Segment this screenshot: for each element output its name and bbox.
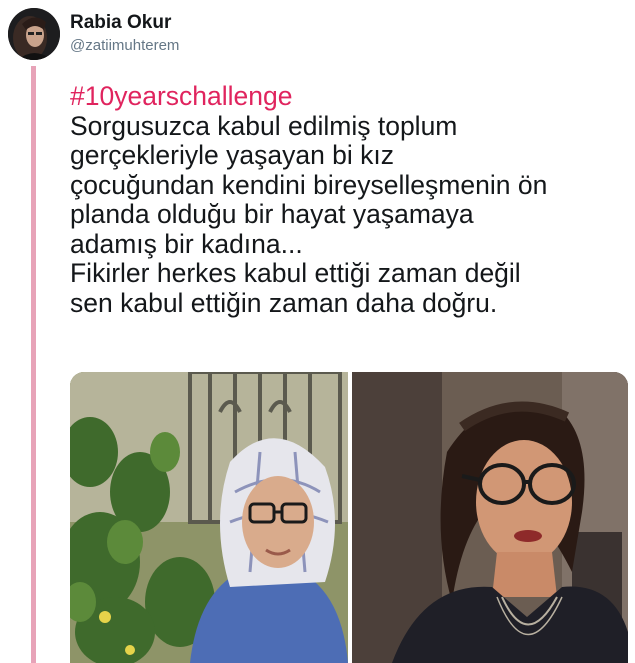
tweet-line: sen kabul ettiğin zaman daha doğru. — [70, 287, 498, 318]
avatar[interactable] — [8, 8, 60, 60]
photo-after[interactable] — [352, 372, 628, 663]
tweet-line: gerçekleriyle yaşayan bi kız — [70, 140, 395, 170]
tweet-line: Sorgusuzca kabul edilmiş toplum — [70, 110, 458, 141]
tweet-text: #10yearschallenge Sorgusuzca kabul edilm… — [70, 81, 630, 318]
tweet-line: Fikirler herkes kabul ettiği zaman değil — [70, 258, 521, 288]
user-display-name[interactable]: Rabia Okur — [70, 12, 171, 34]
tweet-line: adamış bir kadına... — [70, 228, 303, 259]
user-handle[interactable]: @zatiimuhterem — [70, 37, 179, 54]
tweet-line: planda olduğu bir hayat yaşamaya — [70, 199, 474, 229]
tweet-line: çocuğundan kendini bireyselleşmenin ön — [70, 169, 548, 200]
media-grid — [70, 372, 628, 663]
photo-before[interactable] — [70, 372, 348, 663]
hashtag-link[interactable]: #10yearschallenge — [70, 81, 630, 112]
thread-connector-line — [31, 66, 36, 663]
